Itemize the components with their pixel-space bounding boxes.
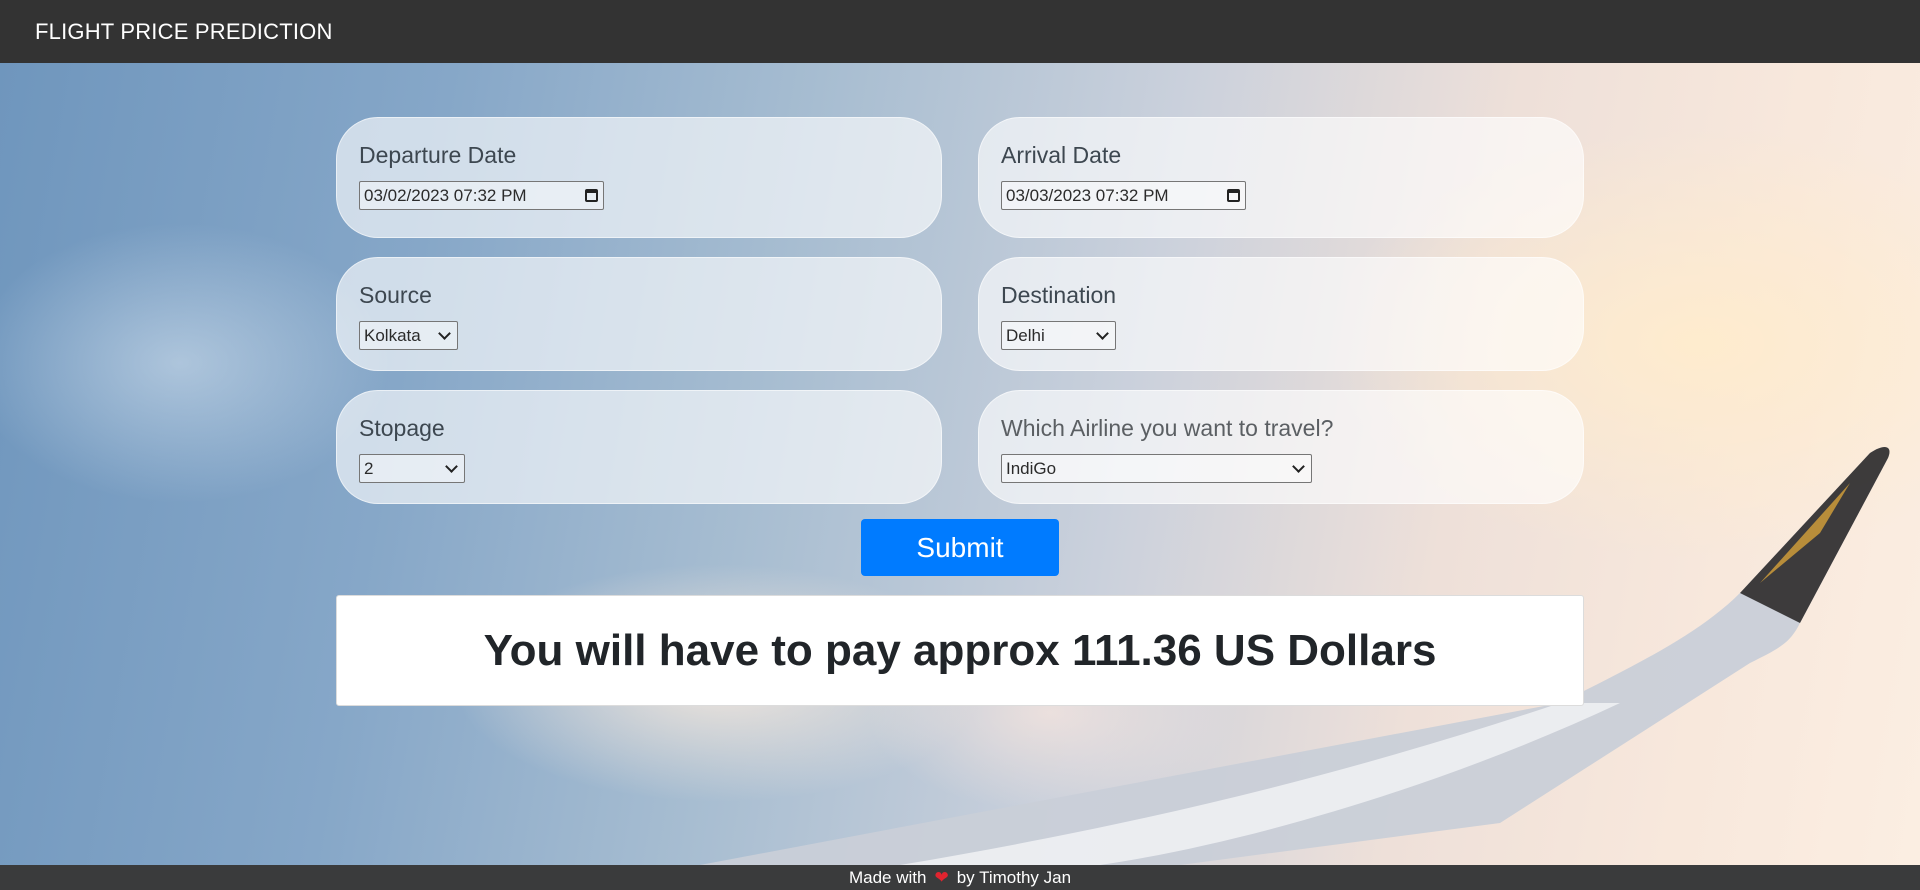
stopage-selected: 2 — [364, 458, 374, 478]
navbar: FLIGHT PRICE PREDICTION — [0, 0, 1920, 63]
heart-icon: ❤ — [934, 867, 949, 887]
footer: Made with ❤ by Timothy Jan — [0, 865, 1920, 890]
chevron-down-icon — [1292, 459, 1305, 473]
arrival-card: Arrival Date 03/03/2023 07:32 PM — [978, 117, 1584, 238]
airline-label: Which Airline you want to travel? — [1001, 415, 1334, 441]
stopage-label: Stopage — [359, 415, 445, 441]
destination-card: Destination Delhi — [978, 257, 1584, 371]
departure-date-input[interactable]: 03/02/2023 07:32 PM — [359, 181, 604, 210]
source-card: Source Kolkata — [336, 257, 942, 371]
prediction-form: Departure Date 03/02/2023 07:32 PM Arriv… — [336, 117, 1584, 706]
destination-selected: Delhi — [1006, 325, 1045, 345]
arrival-label: Arrival Date — [1001, 142, 1122, 168]
source-label: Source — [359, 282, 432, 308]
airline-select[interactable]: IndiGo — [1001, 454, 1312, 483]
footer-suffix: by Timothy Jan — [956, 867, 1072, 887]
source-selected: Kolkata — [364, 325, 421, 345]
airline-selected: IndiGo — [1006, 458, 1057, 478]
departure-card: Departure Date 03/02/2023 07:32 PM — [336, 117, 942, 238]
prediction-result-text: You will have to pay approx 111.36 US Do… — [483, 625, 1437, 675]
departure-label: Departure Date — [359, 142, 517, 168]
prediction-result-box: You will have to pay approx 111.36 US Do… — [336, 595, 1584, 706]
footer-prefix: Made with — [848, 867, 927, 887]
airline-card: Which Airline you want to travel? IndiGo — [978, 390, 1584, 504]
brand-title[interactable]: FLIGHT PRICE PREDICTION — [35, 19, 333, 45]
background-hero: Departure Date 03/02/2023 07:32 PM Arriv… — [0, 63, 1920, 865]
chevron-down-icon — [445, 459, 458, 473]
chevron-down-icon — [1096, 326, 1109, 340]
chevron-down-icon — [438, 326, 451, 340]
destination-select[interactable]: Delhi — [1001, 321, 1116, 350]
source-select[interactable]: Kolkata — [359, 321, 458, 350]
destination-label: Destination — [1001, 282, 1117, 308]
stopage-select[interactable]: 2 — [359, 454, 465, 483]
submit-button[interactable]: Submit — [861, 519, 1059, 576]
arrival-date-input[interactable]: 03/03/2023 07:32 PM — [1001, 181, 1246, 210]
arrival-date-value: 03/03/2023 07:32 PM — [1006, 185, 1169, 205]
departure-date-value: 03/02/2023 07:32 PM — [364, 185, 527, 205]
calendar-icon[interactable] — [1227, 189, 1240, 202]
calendar-icon[interactable] — [585, 189, 598, 202]
stopage-card: Stopage 2 — [336, 390, 942, 504]
